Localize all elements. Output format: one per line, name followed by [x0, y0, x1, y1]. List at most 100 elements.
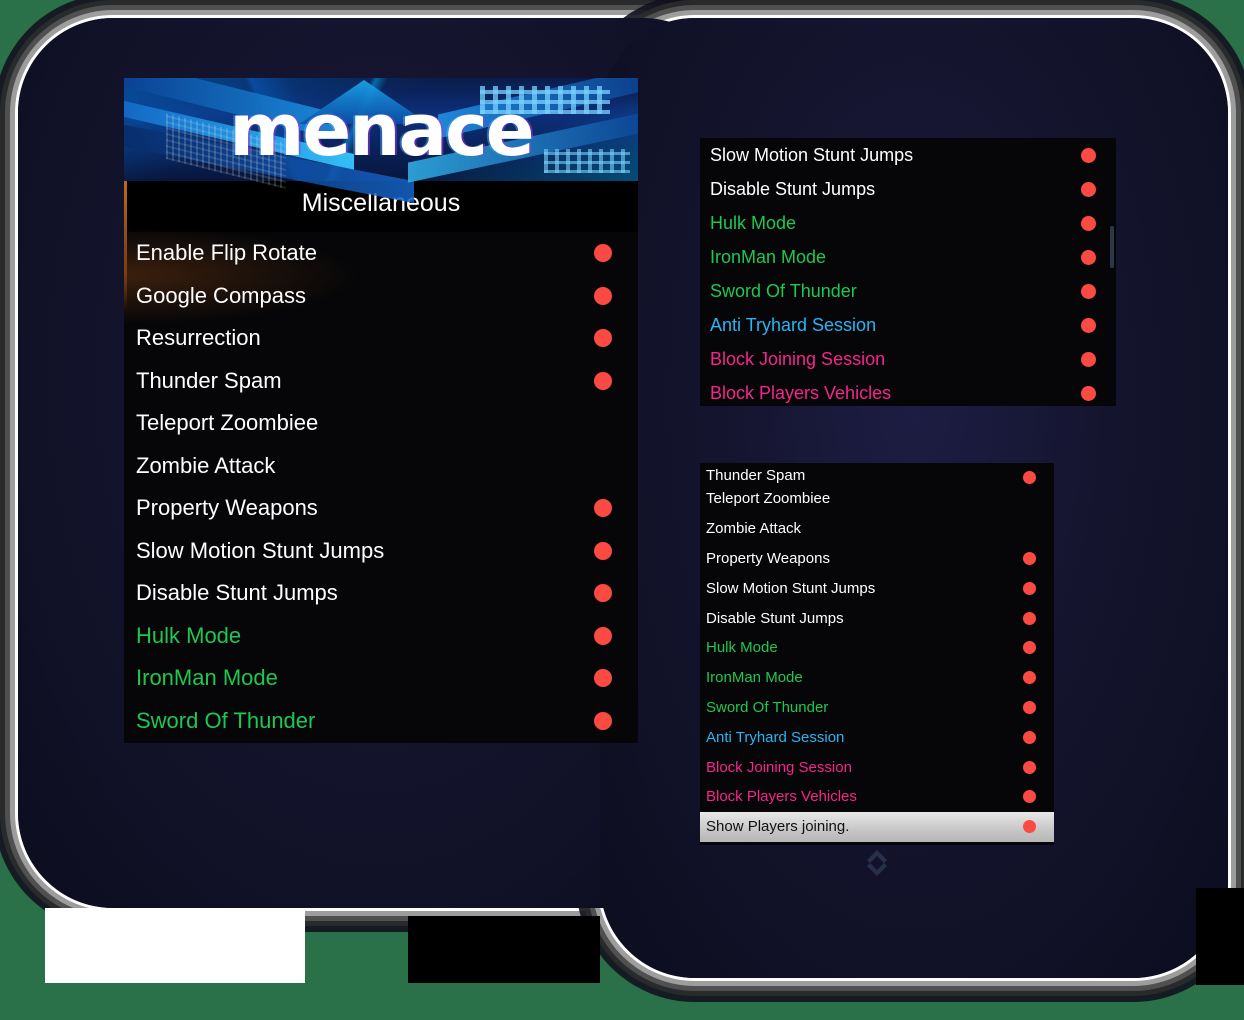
menu-item-row[interactable]: Hulk Mode [124, 615, 638, 658]
toggle-indicator-on-icon[interactable] [1023, 730, 1036, 744]
overlay-top-item-label: Slow Motion Stunt Jumps [710, 144, 914, 165]
overlay-top-item-label: Disable Stunt Jumps [710, 178, 876, 199]
overlay-bottom-item-label: Thunder Spam [706, 467, 806, 484]
updown-chevron-icon [864, 848, 890, 878]
overlay-top-scrollbar[interactable] [1110, 226, 1114, 268]
main-menu-list: Enable Flip Rotate Google Compass Resurrec… [124, 232, 638, 742]
overlay-bottom-item-label: Zombie Attack [706, 520, 802, 538]
menu-item-label: Sword Of Thunder [136, 707, 316, 733]
menu-item-row[interactable]: Slow Motion Stunt Jumps [124, 530, 638, 573]
menu-item-label: Enable Flip Rotate [136, 240, 317, 266]
overlay-bottom-item-label: Block Players Vehicles [706, 788, 857, 806]
menu-item-row[interactable]: Thunder Spam [124, 360, 638, 403]
overlay-bottom-item-label: Anti Tryhard Session [706, 728, 845, 746]
overlay-top-item-row[interactable]: Hulk Mode [700, 206, 1116, 240]
overlay-bottom-item-row[interactable]: Thunder Spam [700, 463, 1054, 484]
overlay-top-item-label: Sword Of Thunder [710, 280, 857, 301]
overlay-bottom-item-row[interactable]: Block Players Vehicles [700, 782, 1054, 812]
toggle-indicator-on-icon[interactable] [1081, 351, 1096, 367]
toggle-indicator-on-icon[interactable] [1023, 671, 1036, 685]
overlay-menu-bottom: Thunder Spam Teleport Zoombiee Zombie Atta… [700, 463, 1054, 845]
logo-banner: menace [124, 78, 638, 204]
toggle-indicator-on-icon[interactable] [594, 711, 612, 730]
overlay-top-item-row[interactable]: Block Joining Session [700, 342, 1116, 376]
overlay-bottom-item-label: Sword Of Thunder [706, 698, 829, 716]
toggle-indicator-on-icon[interactable] [594, 371, 612, 390]
menu-item-row[interactable]: Enable Flip Rotate [124, 232, 638, 275]
toggle-indicator-on-icon[interactable] [1023, 760, 1036, 774]
menu-item-row[interactable]: Google Compass [124, 275, 638, 318]
bottom-black-block [408, 916, 600, 983]
overlay-bottom-item-row[interactable]: Hulk Mode [700, 633, 1054, 663]
overlay-bottom-item-row[interactable]: Show Players joining. [700, 811, 1054, 842]
overlay-bottom-item-label: Hulk Mode [706, 639, 778, 657]
toggle-indicator-on-icon[interactable] [594, 626, 612, 645]
toggle-indicator-on-icon[interactable] [594, 329, 612, 348]
overlay-top-list: Slow Motion Stunt Jumps Disable Stunt Jum… [700, 138, 1116, 406]
toggle-indicator-on-icon[interactable] [1081, 215, 1096, 231]
overlay-bottom-item-row[interactable]: Block Joining Session [700, 752, 1054, 782]
overlay-bottom-item-label: Block Joining Session [706, 758, 852, 776]
toggle-indicator-on-icon[interactable] [594, 669, 612, 688]
overlay-top-item-label: Anti Tryhard Session [710, 314, 877, 335]
menu-item-row[interactable]: Teleport Zoombiee [124, 402, 638, 445]
toggle-indicator-on-icon[interactable] [594, 584, 612, 603]
toggle-indicator-on-icon[interactable] [1081, 249, 1096, 265]
toggle-indicator-on-icon[interactable] [1081, 147, 1096, 163]
toggle-indicator-on-icon[interactable] [1081, 317, 1096, 333]
toggle-indicator-on-icon[interactable] [1023, 471, 1036, 484]
menu-item-label: Property Weapons [136, 495, 318, 521]
toggle-indicator-on-icon[interactable] [1023, 790, 1036, 804]
overlay-bottom-item-label: Property Weapons [706, 549, 830, 567]
overlay-top-item-label: Hulk Mode [710, 212, 797, 233]
menu-item-row[interactable]: IronMan Mode [124, 657, 638, 700]
overlay-bottom-list: Thunder Spam Teleport Zoombiee Zombie Atta… [700, 463, 1054, 842]
overlay-top-item-row[interactable]: Anti Tryhard Session [700, 308, 1116, 342]
toggle-indicator-on-icon[interactable] [1023, 700, 1036, 714]
toggle-indicator-on-icon[interactable] [1023, 641, 1036, 655]
overlay-bottom-item-row[interactable]: Property Weapons [700, 544, 1054, 574]
overlay-bottom-item-row[interactable]: Anti Tryhard Session [700, 722, 1054, 752]
overlay-bottom-item-row[interactable]: Teleport Zoombiee [700, 484, 1054, 514]
overlay-bottom-item-row[interactable]: Sword Of Thunder [700, 693, 1054, 723]
toggle-indicator-on-icon[interactable] [1081, 181, 1096, 197]
menu-item-row[interactable]: Disable Stunt Jumps [124, 572, 638, 615]
toggle-indicator-on-icon[interactable] [1023, 581, 1036, 595]
overlay-bottom-item-row[interactable]: IronMan Mode [700, 663, 1054, 693]
menu-item-label: IronMan Mode [136, 665, 278, 691]
main-menu-panel: menace Miscellaneous Enable Flip Rotate G… [124, 78, 638, 743]
menu-item-row[interactable]: Property Weapons [124, 487, 638, 530]
toggle-indicator-on-icon[interactable] [1023, 611, 1036, 625]
overlay-top-item-label: Block Players Vehicles [710, 382, 892, 403]
overlay-top-item-row[interactable]: Slow Motion Stunt Jumps [700, 138, 1116, 172]
menu-item-row[interactable]: Resurrection [124, 317, 638, 360]
overlay-bottom-item-row[interactable]: Zombie Attack [700, 514, 1054, 544]
overlay-top-item-row[interactable]: Block Players Vehicles [700, 376, 1116, 406]
toggle-indicator-on-icon[interactable] [1023, 820, 1036, 834]
toggle-indicator-on-icon[interactable] [1023, 551, 1036, 565]
toggle-indicator-on-icon[interactable] [594, 244, 612, 263]
right-black-block [1196, 888, 1244, 985]
menu-item-label: Zombie Attack [136, 452, 276, 478]
toggle-indicator-on-icon[interactable] [594, 286, 612, 305]
menu-item-label: Slow Motion Stunt Jumps [136, 537, 385, 563]
menu-item-label: Teleport Zoombiee [136, 410, 319, 436]
bottom-white-block [45, 908, 305, 983]
menu-item-row[interactable]: Zombie Attack [124, 445, 638, 488]
overlay-top-item-label: Block Joining Session [710, 348, 886, 369]
overlay-bottom-item-label: Disable Stunt Jumps [706, 609, 844, 627]
overlay-bottom-item-label: Slow Motion Stunt Jumps [706, 579, 876, 597]
menu-item-label: Resurrection [136, 325, 261, 351]
menu-item-row[interactable]: Sword Of Thunder [124, 700, 638, 743]
overlay-bottom-item-row[interactable]: Slow Motion Stunt Jumps [700, 573, 1054, 603]
overlay-top-item-row[interactable]: IronMan Mode [700, 240, 1116, 274]
toggle-indicator-on-icon[interactable] [1081, 385, 1096, 401]
menace-logo-text: menace [229, 87, 534, 172]
overlay-bottom-item-row[interactable]: Disable Stunt Jumps [700, 603, 1054, 633]
menu-item-label: Google Compass [136, 282, 306, 308]
toggle-indicator-on-icon[interactable] [1081, 283, 1096, 299]
toggle-indicator-on-icon[interactable] [594, 541, 612, 560]
overlay-top-item-row[interactable]: Sword Of Thunder [700, 274, 1116, 308]
toggle-indicator-on-icon[interactable] [594, 499, 612, 518]
overlay-top-item-row[interactable]: Disable Stunt Jumps [700, 172, 1116, 206]
